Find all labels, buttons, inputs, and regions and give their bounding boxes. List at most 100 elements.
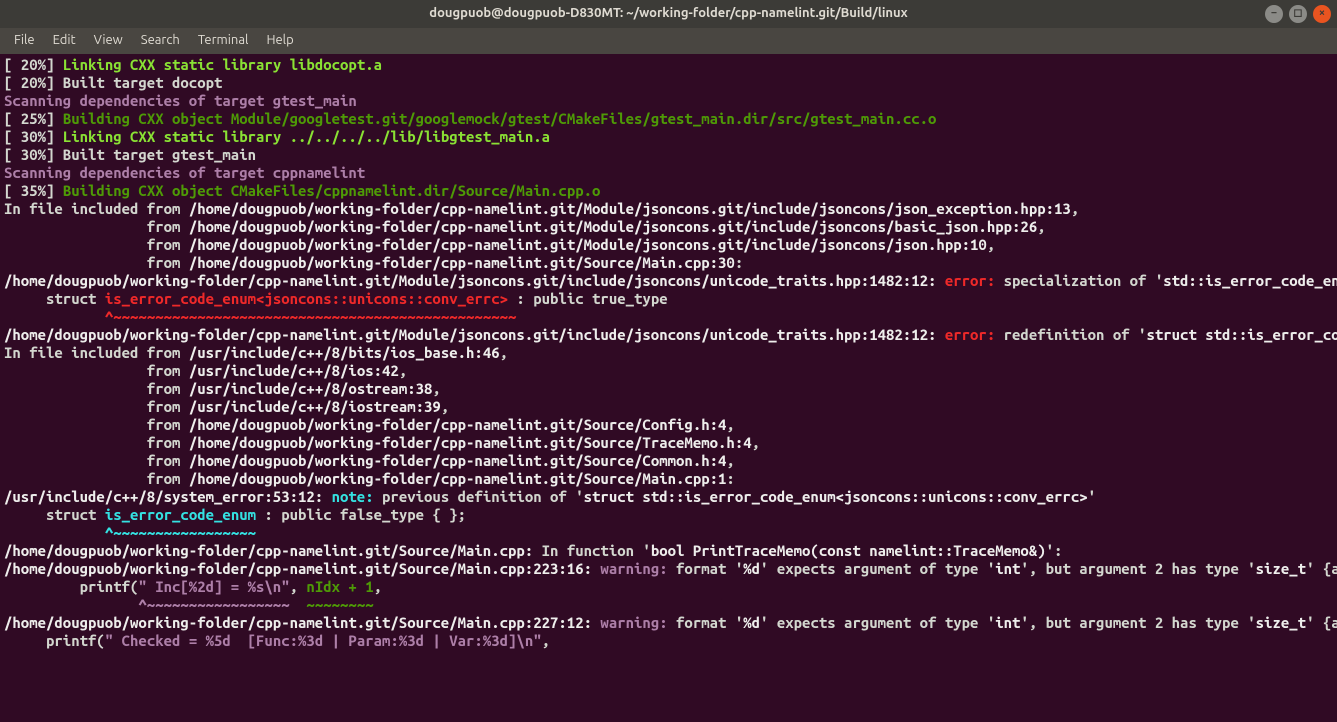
terminal-text: , (432, 380, 440, 397)
terminal-text: struct (4, 506, 105, 523)
terminal-text: , (752, 434, 760, 451)
terminal-text: /usr/include/c++/8/system_error:53:12: (4, 488, 323, 505)
terminal-text: /home/dougpuob/working-folder/cpp-nameli… (189, 218, 1037, 235)
terminal-line: /home/dougpuob/working-folder/cpp-nameli… (4, 272, 1333, 290)
terminal-text: printf( (4, 578, 138, 595)
terminal-text: ' expects argument of type ' (760, 560, 995, 577)
terminal-text: from (4, 434, 189, 451)
terminal-text (4, 308, 105, 325)
terminal-text: format ' (676, 614, 743, 631)
terminal-text: /home/dougpuob/working-folder/cpp-nameli… (4, 326, 936, 343)
terminal-text: int (995, 560, 1020, 577)
terminal-text: , (399, 362, 407, 379)
terminal-text: ~~~~~~~~ (306, 596, 373, 613)
terminal-output[interactable]: [ 20%] Linking CXX static library libdoc… (0, 54, 1337, 652)
menu-help[interactable]: Help (258, 31, 301, 51)
terminal-line: [ 20%] Linking CXX static library libdoc… (4, 56, 1333, 74)
terminal-text: : public true_type (508, 290, 668, 307)
terminal-text: from (4, 254, 189, 271)
terminal-text (290, 596, 307, 613)
terminal-text: warning: (600, 560, 676, 577)
terminal-line: from /home/dougpuob/working-folder/cpp-n… (4, 470, 1333, 488)
terminal-text: /home/dougpuob/working-folder/cpp-nameli… (4, 614, 592, 631)
terminal-text: ', but argument 2 has type ' (1020, 560, 1255, 577)
terminal-text: format ' (676, 560, 743, 577)
menu-file[interactable]: File (6, 31, 43, 51)
terminal-text: , (726, 416, 734, 433)
terminal-text: nIdx + 1 (306, 578, 373, 595)
terminal-text: from (4, 470, 189, 487)
terminal-text: ' expects argument of type ' (760, 614, 995, 631)
terminal-text: , (500, 344, 508, 361)
terminal-text: specialization of ' (1004, 272, 1164, 289)
terminal-text: Scanning dependencies of target cppnamel… (4, 164, 365, 181)
terminal-text: /home/dougpuob/working-folder/cpp-nameli… (189, 434, 752, 451)
maximize-button[interactable]: ◻ (1289, 5, 1307, 23)
terminal-text: ^~~~~~~~~~~~~~~~~~~~~~~~~~~~~~~~~~~~~~~~… (105, 308, 517, 325)
minimize-button[interactable]: − (1265, 5, 1283, 23)
terminal-text: /usr/include/c++/8/bits/ios_base.h:46 (189, 344, 500, 361)
terminal-line: printf(" Inc[%2d] = %s\n", nIdx + 1, (4, 578, 1333, 596)
terminal-text: std::is_error_code_enum<jsoncons::unicon… (1163, 272, 1337, 289)
terminal-text: [ 30%] (4, 128, 63, 145)
terminal-text: In file included from (4, 200, 189, 217)
terminal-line: from /home/dougpuob/working-folder/cpp-n… (4, 218, 1333, 236)
terminal-text: error: (945, 326, 1004, 343)
terminal-line: from /home/dougpuob/working-folder/cpp-n… (4, 452, 1333, 470)
window-title: dougpuob@dougpuob-D830MT: ~/working-fold… (429, 6, 907, 22)
terminal-line: Scanning dependencies of target gtest_ma… (4, 92, 1333, 110)
terminal-text: In file included from (4, 344, 189, 361)
terminal-text: /home/dougpuob/working-folder/cpp-nameli… (4, 542, 533, 559)
menu-edit[interactable]: Edit (45, 31, 84, 51)
terminal-line: /home/dougpuob/working-folder/cpp-nameli… (4, 614, 1333, 632)
terminal-text: Linking CXX static library ../../../../l… (63, 128, 550, 145)
terminal-text: is_error_code_enum (105, 506, 256, 523)
terminal-line: from /usr/include/c++/8/ostream:38, (4, 380, 1333, 398)
terminal-text: redefinition of ' (1004, 326, 1147, 343)
terminal-text: from (4, 218, 189, 235)
terminal-text: /home/dougpuob/working-folder/cpp-nameli… (189, 200, 1071, 217)
terminal-text: size_t (1256, 614, 1306, 631)
terminal-text: , (374, 578, 382, 595)
terminal-text: bool PrintTraceMemo(const namelint::Trac… (651, 542, 1046, 559)
menu-view[interactable]: View (86, 31, 131, 51)
terminal-line: In file included from /usr/include/c++/8… (4, 344, 1333, 362)
terminal-line: from /home/dougpuob/working-folder/cpp-n… (4, 236, 1333, 254)
terminal-text: " Checked = %5d [Func:%3d | Param:%3d | … (105, 632, 542, 649)
terminal-text: Linking CXX static library libdocopt.a (63, 56, 382, 73)
terminal-text (323, 488, 331, 505)
terminal-line: [ 20%] Built target docopt (4, 74, 1333, 92)
terminal-text: ', but argument 2 has type ' (1020, 614, 1255, 631)
terminal-text: /home/dougpuob/working-folder/cpp-nameli… (189, 470, 727, 487)
terminal-text (4, 524, 105, 541)
terminal-line: struct is_error_code_enum<jsoncons::unic… (4, 290, 1333, 308)
terminal-line: [ 35%] Building CXX object CMakeFiles/cp… (4, 182, 1333, 200)
terminal-line: from /usr/include/c++/8/iostream:39, (4, 398, 1333, 416)
terminal-line: /usr/include/c++/8/system_error:53:12: n… (4, 488, 1333, 506)
menubar: File Edit View Search Terminal Help (0, 28, 1337, 54)
terminal-text: from (4, 452, 189, 469)
terminal-text: /usr/include/c++/8/ios:42 (189, 362, 399, 379)
terminal-text: from (4, 236, 189, 253)
terminal-text: : (726, 470, 734, 487)
terminal-text: /home/dougpuob/working-folder/cpp-nameli… (4, 560, 592, 577)
terminal-text: is_error_code_enum<jsoncons::unicons::co… (105, 290, 508, 307)
terminal-line: from /home/dougpuob/working-folder/cpp-n… (4, 434, 1333, 452)
terminal-text: struct std::is_error_code_enum<jsoncons:… (584, 488, 1088, 505)
terminal-text: Scanning dependencies of target gtest_ma… (4, 92, 357, 109)
close-button[interactable]: × (1313, 5, 1331, 23)
menu-terminal[interactable]: Terminal (190, 31, 257, 51)
terminal-text (936, 326, 944, 343)
terminal-text: , (987, 236, 995, 253)
terminal-text: Building CXX object Module/googletest.gi… (63, 110, 937, 127)
terminal-line: Scanning dependencies of target cppnamel… (4, 164, 1333, 182)
terminal-text: ^~~~~~~~~~~~~~~~~~ (138, 596, 289, 613)
terminal-text: [ 25%] (4, 110, 63, 127)
terminal-text: int (995, 614, 1020, 631)
terminal-line: /home/dougpuob/working-folder/cpp-nameli… (4, 560, 1333, 578)
terminal-text: /home/dougpuob/working-folder/cpp-nameli… (189, 236, 987, 253)
terminal-text: [ 35%] (4, 182, 63, 199)
menu-search[interactable]: Search (133, 31, 188, 51)
terminal-line: [ 25%] Building CXX object Module/google… (4, 110, 1333, 128)
terminal-line: from /home/dougpuob/working-folder/cpp-n… (4, 254, 1333, 272)
